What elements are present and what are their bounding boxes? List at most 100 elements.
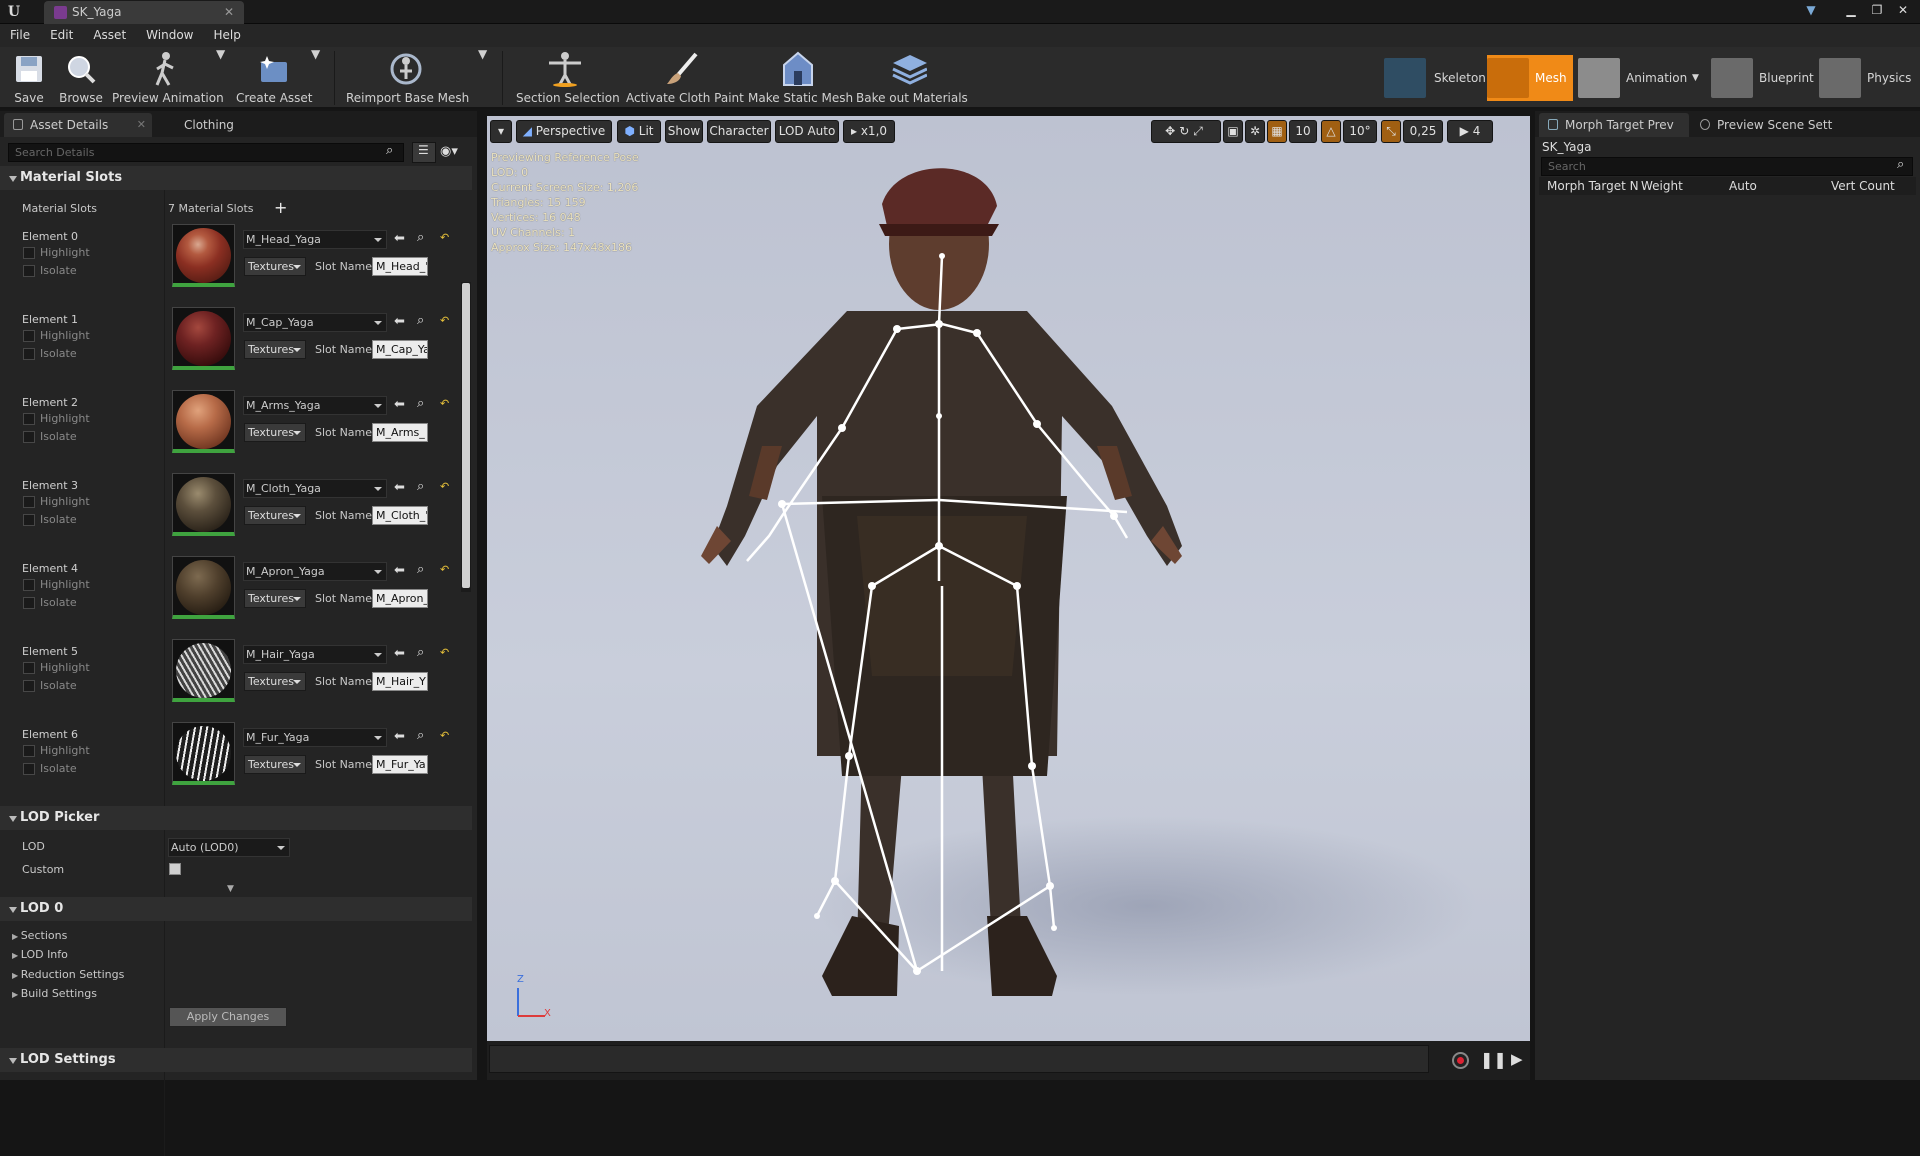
material-thumbnail[interactable]	[172, 307, 235, 370]
make-static-mesh-button[interactable]: Make Static Mesh	[748, 47, 853, 109]
slot-name-input[interactable]: M_Arms_	[372, 423, 428, 442]
mode-blueprint-tab[interactable]: Blueprint	[1711, 55, 1814, 101]
highlight-checkbox[interactable]	[23, 579, 35, 591]
browse-asset-icon[interactable]: ⌕	[417, 313, 424, 328]
material-dropdown[interactable]: M_Apron_Yaga	[243, 562, 387, 581]
camera-speed-button[interactable]: ▶ 4	[1447, 120, 1493, 143]
col-weight[interactable]: Weight	[1641, 179, 1683, 193]
slot-name-input[interactable]: M_Hair_Y	[372, 672, 428, 691]
surface-snap-icon[interactable]: ✲	[1245, 120, 1265, 143]
use-selected-arrow-icon[interactable]: ⬅	[394, 314, 405, 329]
browse-button[interactable]: Browse	[58, 47, 104, 109]
perspective-button[interactable]: ◢ Perspective	[516, 120, 612, 143]
browse-asset-icon[interactable]: ⌕	[417, 645, 424, 660]
character-button[interactable]: Character	[707, 120, 771, 143]
close-window-button[interactable]: ✕	[1892, 0, 1914, 20]
translate-icon[interactable]: ✥	[1165, 124, 1179, 138]
reset-to-default-icon[interactable]: ↶	[440, 397, 449, 410]
material-thumbnail[interactable]	[172, 224, 235, 287]
reimport-dropdown-icon[interactable]: ▼	[478, 47, 487, 61]
menu-file[interactable]: File	[0, 24, 40, 47]
isolate-checkbox[interactable]	[23, 597, 35, 609]
textures-dropdown[interactable]: Textures	[244, 755, 306, 774]
grid-snap-value[interactable]: 10	[1289, 120, 1317, 143]
browse-asset-icon[interactable]: ⌕	[417, 562, 424, 577]
rotation-snap-value[interactable]: 10°	[1343, 120, 1377, 143]
reimport-base-mesh-button[interactable]: Reimport Base Mesh	[346, 47, 469, 109]
use-selected-arrow-icon[interactable]: ⬅	[394, 480, 405, 495]
slot-name-input[interactable]: M_Fur_Ya	[372, 755, 428, 774]
highlight-checkbox[interactable]	[23, 662, 35, 674]
use-selected-arrow-icon[interactable]: ⬅	[394, 563, 405, 578]
tab-preview-scene-settings[interactable]: Preview Scene Sett	[1691, 113, 1851, 137]
highlight-checkbox[interactable]	[23, 745, 35, 757]
reset-to-default-icon[interactable]: ↶	[440, 480, 449, 493]
material-thumbnail[interactable]	[172, 639, 235, 702]
category-lod-0[interactable]: LOD 0	[0, 897, 472, 921]
lod-dropdown[interactable]: Auto (LOD0)	[168, 838, 290, 857]
use-selected-arrow-icon[interactable]: ⬅	[394, 397, 405, 412]
transform-mode-group[interactable]: ✥↻⤢	[1151, 120, 1221, 143]
textures-dropdown[interactable]: Textures	[244, 257, 306, 276]
col-auto[interactable]: Auto	[1729, 179, 1757, 193]
morph-search-input[interactable]: Search	[1541, 157, 1913, 176]
scale-snap-icon[interactable]: ⤡	[1381, 120, 1401, 143]
step-forward-button[interactable]: ▶	[1511, 1050, 1523, 1068]
menu-help[interactable]: Help	[203, 24, 250, 47]
textures-dropdown[interactable]: Textures	[244, 506, 306, 525]
textures-dropdown[interactable]: Textures	[244, 589, 306, 608]
custom-lod-checkbox[interactable]	[169, 863, 181, 875]
property-matrix-icon[interactable]: ☰	[412, 142, 436, 163]
slot-name-input[interactable]: M_Head_'	[372, 257, 428, 276]
tab-asset-details[interactable]: Asset Details ✕	[4, 113, 152, 137]
use-selected-arrow-icon[interactable]: ⬅	[394, 729, 405, 744]
highlight-checkbox[interactable]	[23, 413, 35, 425]
category-material-slots[interactable]: Material Slots	[0, 166, 472, 190]
source-control-icon[interactable]: ▼	[1800, 0, 1822, 20]
material-dropdown[interactable]: M_Cloth_Yaga	[243, 479, 387, 498]
material-thumbnail[interactable]	[172, 722, 235, 785]
slot-name-input[interactable]: M_Apron_	[372, 589, 428, 608]
material-dropdown[interactable]: M_Arms_Yaga	[243, 396, 387, 415]
grid-snap-icon[interactable]: ▦	[1267, 120, 1287, 143]
highlight-checkbox[interactable]	[23, 330, 35, 342]
mode-animation-tab[interactable]: Animation ▼	[1578, 55, 1704, 101]
browse-asset-icon[interactable]: ⌕	[417, 230, 424, 245]
isolate-checkbox[interactable]	[23, 680, 35, 692]
scrollbar-thumb[interactable]	[462, 283, 470, 588]
preview-viewport[interactable]: Z X	[487, 116, 1530, 1041]
maximize-button[interactable]: ❐	[1866, 0, 1888, 20]
isolate-checkbox[interactable]	[23, 763, 35, 775]
tab-morph-target-preview[interactable]: Morph Target Prev	[1539, 113, 1689, 137]
textures-dropdown[interactable]: Textures	[244, 672, 306, 691]
apply-changes-button[interactable]: Apply Changes	[169, 1007, 287, 1027]
section-selection-button[interactable]: Section Selection	[516, 47, 620, 109]
create-asset-button[interactable]: Create Asset	[236, 47, 313, 109]
timeline-scrubber[interactable]	[489, 1045, 1429, 1073]
animation-dropdown-icon[interactable]: ▼	[1692, 55, 1699, 101]
isolate-checkbox[interactable]	[23, 265, 35, 277]
activate-cloth-paint-button[interactable]: Activate Cloth Paint	[626, 47, 744, 109]
col-morph-target-name[interactable]: Morph Target N	[1547, 179, 1639, 193]
lod0-reduction-settings-row[interactable]: ▶ Reduction Settings	[12, 968, 124, 981]
browse-asset-icon[interactable]: ⌕	[417, 479, 424, 494]
material-dropdown[interactable]: M_Head_Yaga	[243, 230, 387, 249]
lod0-lod-info-row[interactable]: ▶ LOD Info	[12, 948, 68, 961]
mode-mesh-tab[interactable]: Mesh	[1487, 55, 1573, 101]
add-material-slot-icon[interactable]: +	[274, 198, 287, 217]
reset-to-default-icon[interactable]: ↶	[440, 314, 449, 327]
menu-window[interactable]: Window	[136, 24, 203, 47]
bake-out-materials-button[interactable]: Bake out Materials	[856, 47, 968, 109]
minimize-button[interactable]: ▁	[1840, 0, 1862, 20]
use-selected-arrow-icon[interactable]: ⬅	[394, 646, 405, 661]
reset-to-default-icon[interactable]: ↶	[440, 729, 449, 742]
expand-advanced-arrow-icon[interactable]: ▼	[227, 884, 234, 894]
close-tab-icon[interactable]: ✕	[137, 113, 146, 137]
rotation-snap-icon[interactable]: △	[1321, 120, 1341, 143]
details-scrollbar[interactable]	[461, 282, 471, 592]
close-tab-icon[interactable]: ✕	[224, 1, 234, 24]
mode-skeleton-tab[interactable]: Skeleton	[1384, 55, 1486, 101]
scale-snap-value[interactable]: 0,25	[1403, 120, 1443, 143]
isolate-checkbox[interactable]	[23, 431, 35, 443]
isolate-checkbox[interactable]	[23, 348, 35, 360]
